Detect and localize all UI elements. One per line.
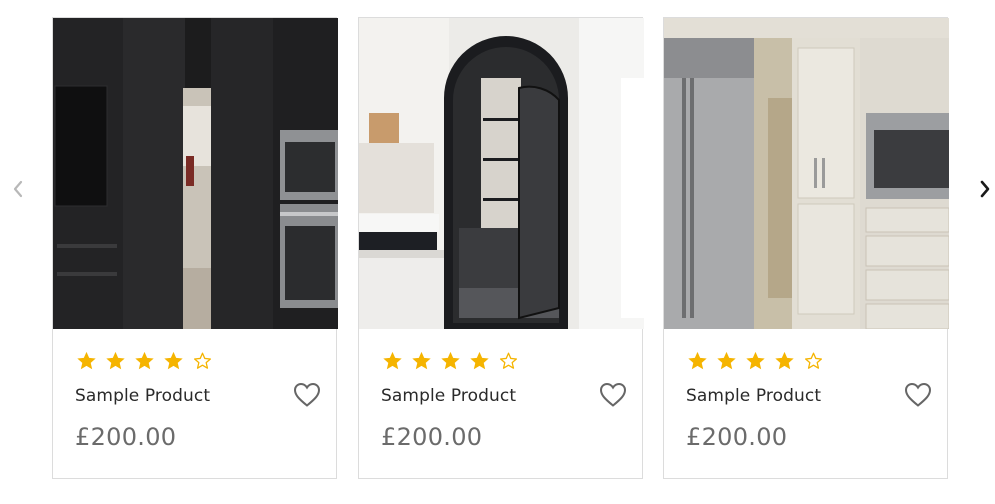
wishlist-button[interactable] [599,382,627,408]
star-filled-icon [775,351,794,370]
star-filled-icon [412,351,431,370]
star-filled-icon [77,351,96,370]
star-filled-icon [746,351,765,370]
star-rating [381,350,520,372]
star-filled-icon [383,351,402,370]
panelled-fridge-pantry-photo[interactable] [664,18,949,329]
product-price: £200.00 [75,423,177,451]
product-title[interactable]: Sample Product [381,386,516,406]
star-filled-icon [470,351,489,370]
product-card[interactable]: Sample Product £200.00 [358,17,644,479]
star-empty-icon [804,352,823,369]
product-title[interactable]: Sample Product [686,386,821,406]
product-card[interactable]: Sample Product £200.00 [663,17,949,479]
dark-kitchen-cabinets-photo[interactable] [53,18,338,329]
star-filled-icon [717,351,736,370]
arched-pantry-door-photo[interactable] [359,18,644,329]
product-title[interactable]: Sample Product [75,386,210,406]
star-rating [75,350,214,372]
heart-outline-icon [904,382,932,407]
carousel-prev-button[interactable] [7,178,29,200]
chevron-right-icon [980,180,990,198]
star-empty-icon [193,352,212,369]
star-filled-icon [106,351,125,370]
product-card[interactable]: Sample Product £200.00 [52,17,338,479]
star-rating [686,350,825,372]
star-filled-icon [441,351,460,370]
star-empty-icon [499,352,518,369]
star-filled-icon [135,351,154,370]
product-price: £200.00 [686,423,788,451]
wishlist-button[interactable] [904,382,932,408]
heart-outline-icon [293,382,321,407]
carousel-next-button[interactable] [974,178,995,200]
star-filled-icon [164,351,183,370]
wishlist-button[interactable] [293,382,321,408]
heart-outline-icon [599,382,627,407]
star-filled-icon [688,351,707,370]
chevron-left-icon [13,180,23,198]
product-price: £200.00 [381,423,483,451]
